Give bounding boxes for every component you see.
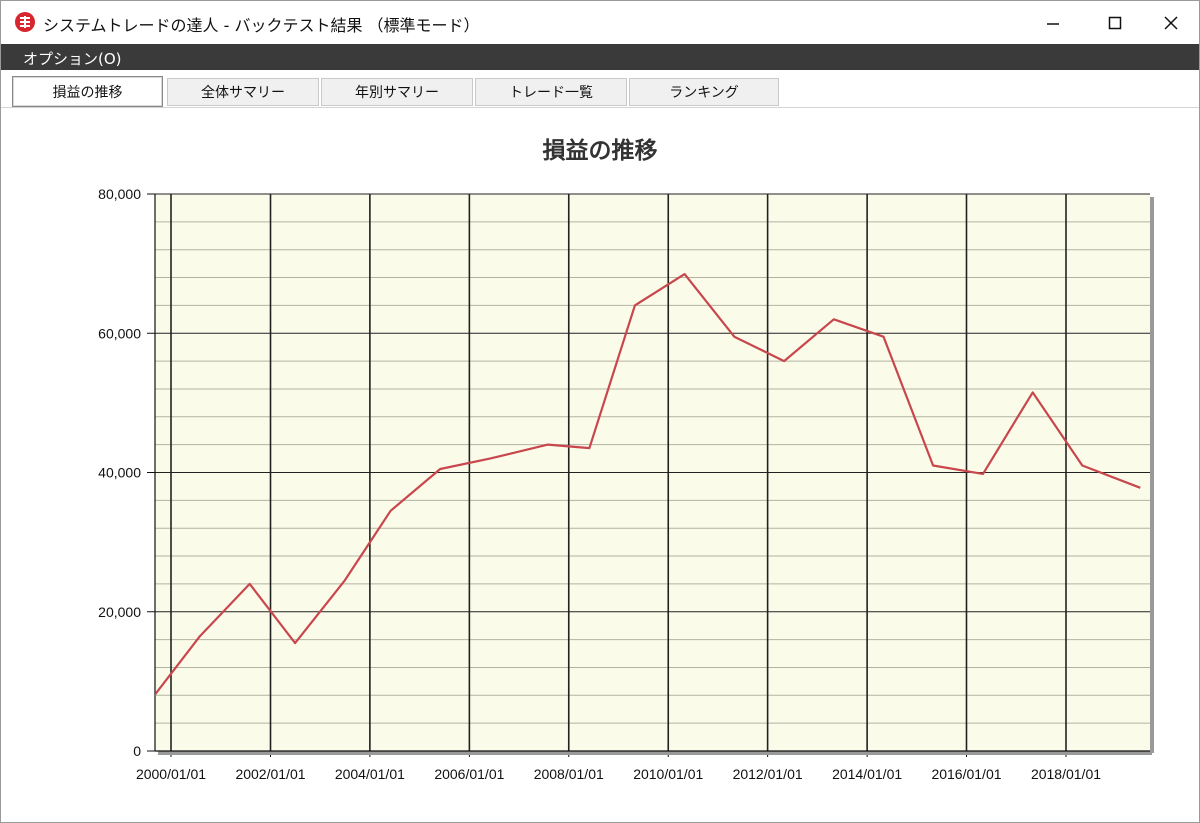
x-tick-label: 2006/01/01 bbox=[434, 766, 504, 782]
x-tick-label: 2018/01/01 bbox=[1031, 766, 1101, 782]
backtest-window: システムトレードの達人 - バックテスト結果 （標準モード） オプション(O) … bbox=[0, 0, 1200, 823]
x-tick-label: 2016/01/01 bbox=[931, 766, 1001, 782]
x-tick-label: 2010/01/01 bbox=[633, 766, 703, 782]
y-tick-label: 20,000 bbox=[98, 604, 141, 620]
y-tick-label: 40,000 bbox=[98, 465, 141, 481]
pnl-line-chart: 0 20,000 40,000 60,000 80,000 2000/01/01 2002/… bbox=[98, 186, 1154, 782]
x-tick-label: 2014/01/01 bbox=[832, 766, 902, 782]
y-tick-label: 60,000 bbox=[98, 325, 141, 341]
x-tick-label: 2000/01/01 bbox=[136, 766, 206, 782]
x-tick-label: 2008/01/01 bbox=[534, 766, 604, 782]
x-tick-label: 2004/01/01 bbox=[335, 766, 405, 782]
y-tick-label: 0 bbox=[133, 743, 141, 759]
y-tick-label: 80,000 bbox=[98, 186, 141, 202]
x-tick-label: 2002/01/01 bbox=[235, 766, 305, 782]
x-tick-label: 2012/01/01 bbox=[733, 766, 803, 782]
